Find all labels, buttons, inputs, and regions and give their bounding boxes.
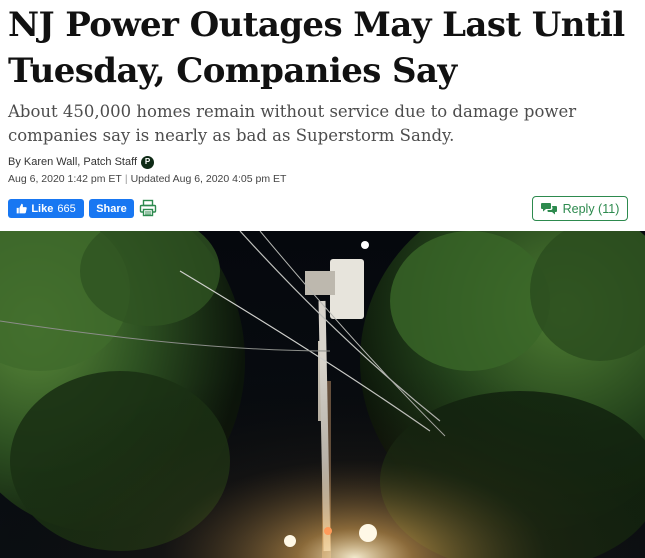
thumbs-up-icon <box>17 203 28 214</box>
dateline: Aug 6, 2020 1:42 pm ET | Updated Aug 6, 20… <box>8 172 286 186</box>
facebook-share-button[interactable]: Share <box>89 199 134 218</box>
article-photo <box>0 231 645 558</box>
facebook-like-button[interactable]: Like 665 <box>8 199 84 218</box>
article-headline: NJ Power Outages May Last Until Tuesday,… <box>8 5 625 91</box>
utility-bucket-truck-night-photo <box>0 231 645 558</box>
author-name[interactable]: By Karen Wall, Patch Staff <box>8 155 137 169</box>
article-subheadline: About 450,000 homes remain without servi… <box>8 102 577 145</box>
like-count: 665 <box>57 202 76 215</box>
updated-date: Updated Aug 6, 2020 4:05 pm ET <box>130 173 287 185</box>
date-separator: | <box>124 173 128 185</box>
like-label: Like <box>31 202 54 215</box>
reply-button[interactable]: Reply (11) <box>532 196 628 221</box>
reply-label: Reply (11) <box>562 201 620 216</box>
print-button[interactable] <box>138 198 158 218</box>
speech-bubbles-icon <box>540 203 557 215</box>
patch-badge-icon: P <box>141 155 155 169</box>
published-date: Aug 6, 2020 1:42 pm ET <box>8 173 122 185</box>
byline: By Karen Wall, Patch Staff P <box>8 155 155 169</box>
printer-icon <box>139 199 157 217</box>
